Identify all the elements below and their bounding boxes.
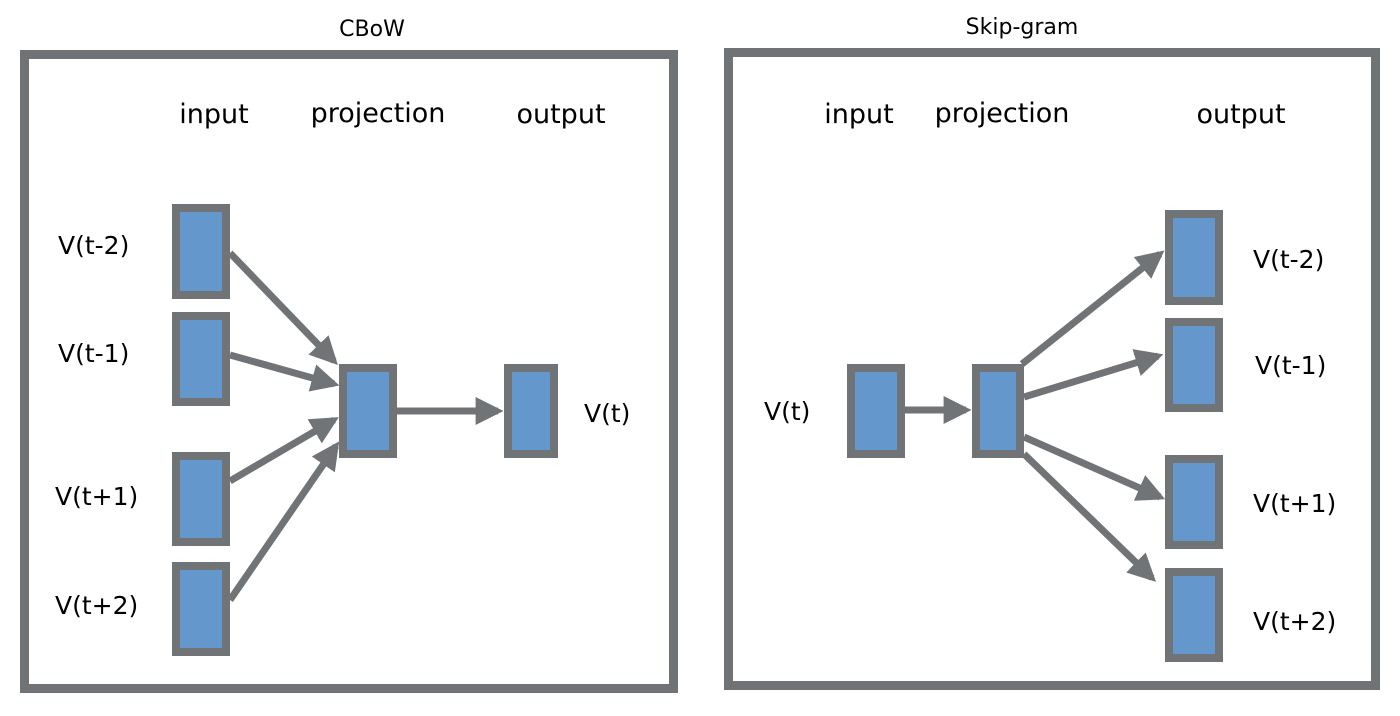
- cbow-input-box-t+1: [172, 452, 230, 546]
- skipgram-output-box-t-1: [1165, 318, 1223, 412]
- cbow-col-projection: projection: [311, 98, 446, 129]
- skipgram-panel: Skip-gram input projection output V(t) V…: [724, 15, 1380, 690]
- skipgram-col-input: input: [824, 99, 893, 130]
- skipgram-input-box: [847, 364, 905, 458]
- skipgram-output-label: V(t+1): [1253, 489, 1336, 518]
- skipgram-output-box-t-2: [1165, 210, 1223, 305]
- cbow-col-input: input: [179, 99, 248, 130]
- skipgram-arrow-t-1: [1022, 349, 1164, 401]
- cbow-input-box-t-1: [172, 312, 230, 406]
- cbow-arrow-t-1: [229, 351, 340, 392]
- skipgram-output-label: V(t-2): [1253, 245, 1324, 274]
- skipgram-output-label: V(t+2): [1253, 607, 1336, 636]
- cbow-panel: CBoW input projection output V(t-2) V(t-…: [20, 17, 678, 693]
- skipgram-output-box-t+2: [1165, 568, 1223, 662]
- cbow-input-box-t-2: [172, 204, 230, 299]
- cbow-title: CBoW: [339, 17, 405, 42]
- skipgram-arrows: [905, 250, 1166, 582]
- cbow-input-label: V(t+2): [55, 591, 138, 620]
- cbow-input-label: V(t+1): [55, 482, 138, 511]
- cbow-input-label: V(t-2): [58, 231, 129, 260]
- skipgram-output-label: V(t-1): [1255, 351, 1326, 380]
- cbow-output-label: V(t): [584, 399, 630, 428]
- skipgram-title: Skip-gram: [966, 15, 1079, 40]
- cbow-projection-box: [339, 364, 397, 458]
- skipgram-projection-box: [972, 364, 1024, 458]
- cbow-arrow-t-2: [227, 250, 338, 366]
- cbow-output-box: [504, 364, 558, 458]
- cbow-col-output: output: [516, 99, 605, 130]
- word2vec-diagram: CBoW input projection output V(t-2) V(t-…: [20, 15, 1380, 693]
- skipgram-arrow-t+1: [1022, 433, 1166, 501]
- skipgram-col-projection: projection: [935, 98, 1070, 129]
- skipgram-input-label: V(t): [764, 397, 810, 426]
- skipgram-output-box-t+1: [1165, 455, 1223, 549]
- cbow-input-box-t+2: [172, 562, 230, 656]
- cbow-input-label: V(t-1): [58, 339, 129, 368]
- skipgram-col-output: output: [1196, 99, 1285, 130]
- skipgram-arrow-t-2: [1019, 250, 1165, 367]
- skipgram-arrow-t+2: [1021, 451, 1157, 582]
